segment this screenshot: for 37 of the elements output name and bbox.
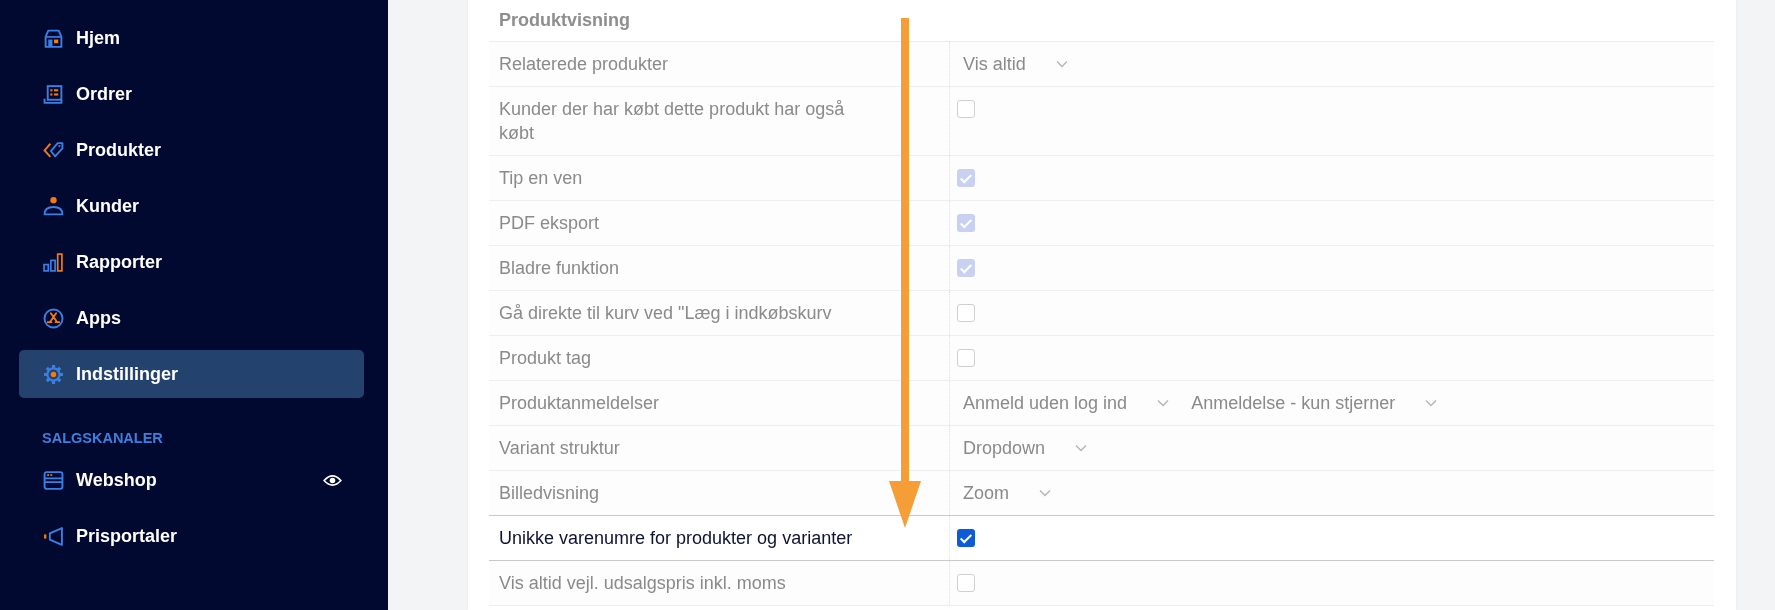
person-icon	[43, 195, 64, 217]
chevron-down-icon	[1039, 489, 1051, 497]
chevron-down-icon	[1075, 444, 1088, 452]
nav-item[interactable]: Kunder	[19, 182, 364, 230]
setting-label: Tip en ven	[499, 167, 584, 190]
store-icon	[43, 469, 64, 491]
bar-chart-icon	[43, 251, 64, 273]
nav-item[interactable]: Apps	[19, 294, 364, 342]
setting-label: Variant struktur	[499, 437, 621, 460]
chevron-down-icon	[1055, 60, 1068, 68]
setting-label: Kunder der har købt dette produkt har også købt	[499, 98, 846, 145]
section-title: Produktvisning	[499, 10, 630, 31]
nav-item[interactable]: Produkter	[19, 126, 364, 174]
setting-label: Billedvisning	[499, 482, 601, 505]
nav-item[interactable]: Prisportaler	[19, 512, 364, 560]
chevron-down-icon	[1157, 399, 1170, 407]
setting-label: Vis altid vejl. udsalgspris inkl. moms	[499, 572, 787, 595]
setting-label: Relaterede produkter	[499, 53, 670, 76]
setting-label: Bladre funktion	[499, 257, 621, 280]
settings-icon	[43, 363, 64, 385]
house-icon	[43, 27, 64, 49]
setting-label: Produkt tag	[499, 347, 593, 370]
setting-label: Produktanmeldelser	[499, 392, 661, 415]
setting-label: Gå direkte til kurv ved "Læg i indkøbskurv	[499, 302, 833, 325]
nav-item[interactable]: Rapporter	[19, 238, 364, 286]
circle-emblem-icon	[43, 307, 64, 329]
document-icon	[43, 83, 64, 105]
nav-item[interactable]: Hjem	[19, 14, 364, 62]
section-heading: SALGSKANALER	[42, 429, 163, 448]
nav-item[interactable]: Indstillinger	[19, 350, 364, 398]
setting-label: PDF eksport	[499, 212, 601, 235]
megaphone-icon	[43, 525, 64, 547]
eye-icon[interactable]	[323, 473, 342, 487]
setting-label: Unikke varenumre for produkter og varianter	[499, 527, 854, 550]
nav-item[interactable]: Ordrer	[19, 70, 364, 118]
nav-item[interactable]: Webshop	[19, 456, 364, 504]
chevron-down-icon	[1425, 399, 1438, 407]
